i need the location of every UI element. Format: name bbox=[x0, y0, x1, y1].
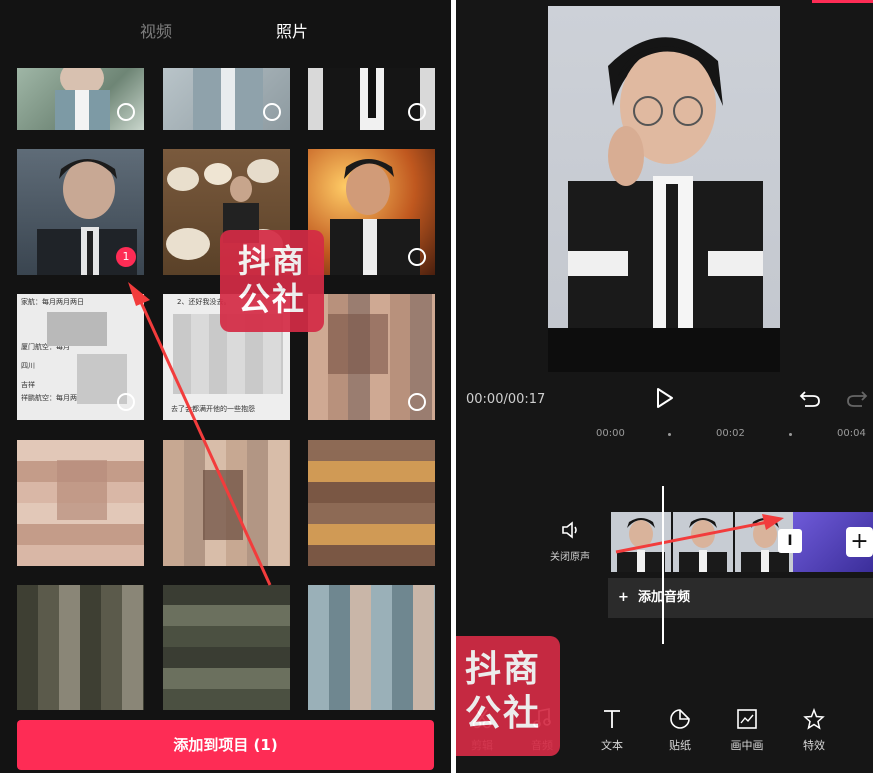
plus-icon: + bbox=[618, 590, 629, 605]
tool-label: 特效 bbox=[803, 739, 825, 752]
sticker-icon bbox=[670, 709, 690, 729]
playhead[interactable] bbox=[662, 486, 664, 644]
add-audio-button[interactable]: + 添加音频 bbox=[608, 578, 873, 618]
star-icon bbox=[803, 708, 825, 730]
tool-label: 画中画 bbox=[730, 739, 764, 752]
watermark-logo: 抖商 公社 bbox=[220, 230, 324, 332]
tool-text[interactable]: 文本 bbox=[586, 705, 638, 753]
editor-panel: 00:00/00:17 00:00 00:02 00:04 关闭原声 I + +… bbox=[456, 0, 873, 773]
tool-label: 文本 bbox=[601, 739, 623, 752]
tool-label: 贴纸 bbox=[669, 739, 691, 752]
text-icon bbox=[604, 710, 620, 728]
tool-sticker[interactable]: 贴纸 bbox=[654, 705, 706, 753]
tool-pip[interactable]: 画中画 bbox=[721, 705, 773, 753]
annotation-arrow bbox=[128, 282, 272, 586]
add-to-project-button[interactable]: 添加到项目 (1) bbox=[17, 720, 434, 770]
media-picker-panel: 视频 照片 1 家航：每月两月两日 厦门航空：每月 四川 吉祥 祥鹏航空：每月两… bbox=[0, 0, 451, 773]
picture-in-picture-icon bbox=[737, 709, 757, 729]
tool-effects[interactable]: 特效 bbox=[788, 705, 840, 753]
watermark-logo: 抖商 公社 bbox=[456, 636, 560, 756]
